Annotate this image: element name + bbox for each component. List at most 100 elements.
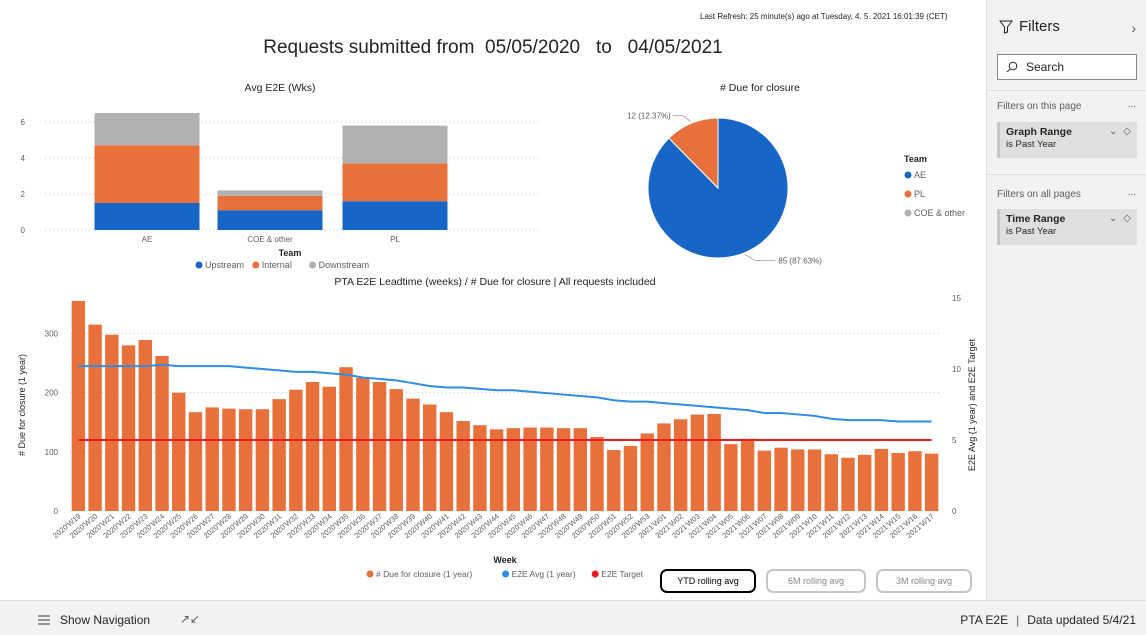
y-axis-title: # Due for closure (1 year) (17, 354, 27, 456)
bar (289, 389, 303, 511)
bar-segment-downstream (217, 190, 323, 196)
bar (690, 414, 705, 511)
bar (238, 409, 253, 511)
x-axis-title: Team (279, 248, 302, 258)
3m-rolling-avg-button[interactable]: 3M rolling avg (876, 569, 972, 593)
x-tick-label: AE (142, 235, 153, 244)
collapse-arrows-icon[interactable]: ↗↙ (180, 612, 200, 626)
bar (456, 421, 470, 511)
y2-tick-label: 10 (952, 365, 961, 374)
y-tick-label: 4 (21, 154, 26, 163)
y2-tick-label: 0 (952, 507, 957, 516)
y-tick-label: 0 (21, 226, 26, 235)
chevron-down-icon[interactable]: ⌄ (1109, 126, 1117, 137)
y-tick-label: 300 (45, 330, 59, 339)
this-page-more-icon[interactable]: ... (1128, 99, 1136, 110)
stacked-chart-title: Avg E2E (Wks) (244, 82, 316, 94)
bar (88, 324, 102, 511)
x-tick-label: PL (390, 235, 400, 244)
chevron-down-icon[interactable]: ⌄ (1109, 213, 1117, 224)
bar (121, 345, 136, 511)
pie-data-label: 85 (87.63%) (778, 257, 822, 266)
bar (841, 457, 855, 511)
bar (105, 334, 119, 511)
pie-label-leader (672, 114, 691, 122)
bar-segment-internal (217, 195, 323, 211)
y2-axis-title: E2E Avg (1 year) and E2E Target (967, 338, 977, 471)
filters-title: Filters (1019, 18, 1060, 35)
bar (356, 377, 370, 511)
legend-label: COE & other (914, 208, 965, 218)
filter-value: is Past Year (1006, 139, 1057, 150)
filters-divider (987, 174, 1146, 175)
title-from-date: 05/05/2020 (485, 37, 581, 58)
bar (707, 413, 721, 511)
search-placeholder: Search (1026, 60, 1065, 74)
hamburger-icon (38, 615, 50, 625)
leadtime-combo-chart[interactable]: 01002003000510152020'W192020'W202020'W21… (0, 290, 986, 590)
legend-label: E2E Avg (1 year) (512, 569, 576, 579)
filters-all-pages-label: Filters on all pages (997, 189, 1081, 200)
all-pages-more-icon[interactable]: ... (1128, 187, 1136, 198)
last-refresh-text: Last Refresh: 25 minute(s) ago at Tuesda… (700, 12, 948, 21)
filters-header: Filters (999, 18, 1060, 35)
bar (489, 429, 504, 511)
bar-segment-internal (342, 163, 448, 202)
y-tick-label: 200 (45, 389, 59, 398)
due-for-closure-pie-chart[interactable]: 85 (87.63%) 12 (12.37%) Team AE PL COE & othe… (580, 96, 986, 276)
filter-card-time-range[interactable]: Time Range is Past Year ⌄ ◇ (997, 209, 1137, 245)
show-navigation-button[interactable]: Show Navigation (38, 613, 150, 627)
legend-label: PL (914, 189, 925, 199)
filter-card-graph-range[interactable]: Graph Range is Past Year ⌄ ◇ (997, 122, 1137, 158)
filters-divider (987, 90, 1146, 91)
bar (423, 404, 437, 511)
bar (406, 398, 420, 511)
bar (607, 450, 621, 511)
pie-label-leader (745, 254, 776, 262)
bar (891, 453, 905, 511)
bar (740, 438, 755, 511)
legend-marker (252, 261, 260, 269)
y2-tick-label: 15 (952, 294, 961, 303)
legend-marker (366, 570, 374, 578)
bar (389, 389, 403, 511)
bar (673, 419, 688, 511)
bar (305, 382, 320, 511)
bar (71, 300, 86, 511)
bar-segment-upstream (217, 210, 323, 230)
filters-search-input[interactable]: Search (997, 54, 1137, 80)
ytd-rolling-avg-button[interactable]: YTD rolling avg (660, 569, 756, 593)
6m-rolling-avg-button[interactable]: 6M rolling avg (766, 569, 866, 593)
combo-chart-title: PTA E2E Leadtime (weeks) / # Due for clo… (334, 276, 656, 288)
title-to-date: 04/05/2021 (627, 37, 723, 58)
bar (774, 447, 788, 511)
y-tick-label: 100 (45, 448, 59, 457)
collapse-filters-icon[interactable]: › (1131, 20, 1136, 36)
filters-this-page-label: Filters on this page (997, 101, 1082, 112)
bar-segment-upstream (94, 203, 200, 230)
bar (858, 454, 872, 511)
legend-label: Upstream (205, 260, 244, 270)
filter-value: is Past Year (1006, 226, 1057, 237)
bar (623, 445, 638, 511)
legend-marker (904, 190, 912, 198)
bar (473, 425, 487, 511)
bar (155, 355, 169, 511)
y-tick-label: 6 (21, 118, 26, 127)
bar-segment-upstream (342, 201, 448, 230)
legend-marker (904, 209, 912, 217)
legend-label: E2E Target (601, 569, 644, 579)
bar-segment-internal (94, 145, 200, 203)
y2-tick-label: 5 (952, 436, 957, 445)
legend-marker (195, 261, 203, 269)
eraser-icon[interactable]: ◇ (1123, 213, 1131, 224)
data-updated-text: Data updated 5/4/21 (1027, 613, 1136, 627)
show-navigation-label: Show Navigation (60, 613, 151, 627)
page-title: Requests submitted from 05/05/2020 to 04… (0, 37, 986, 59)
bar (791, 449, 805, 511)
title-prefix: Requests submitted from (263, 37, 475, 58)
bar (924, 453, 939, 511)
eraser-icon[interactable]: ◇ (1123, 126, 1131, 137)
x-axis-title: Week (493, 555, 517, 565)
avg-e2e-stacked-bar-chart[interactable]: 0 2 4 6 AE COE & other PL Team Upstream Internal D… (0, 96, 560, 276)
